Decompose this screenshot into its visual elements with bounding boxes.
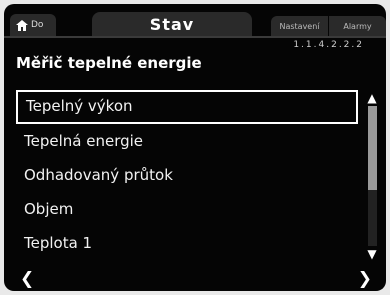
- home-icon: [16, 19, 28, 31]
- tab-alarms-label: Alarmy: [343, 21, 372, 31]
- list-item-label: Tepelný výkon: [26, 97, 133, 115]
- chevron-left-icon[interactable]: ❮: [20, 269, 34, 289]
- tab-home-label: Do: [31, 20, 44, 30]
- chevron-right-icon[interactable]: ❯: [358, 269, 372, 289]
- tab-status[interactable]: Stav: [92, 12, 252, 36]
- scrollbar-track: [368, 106, 377, 246]
- tab-settings-label: Nastavení: [279, 21, 320, 31]
- scroll-up-arrow-icon[interactable]: ▲: [365, 92, 379, 104]
- list-item[interactable]: Objem: [16, 192, 356, 226]
- menu-code: 1.1.4.2.2.2: [293, 40, 364, 50]
- tab-home[interactable]: Do: [10, 14, 56, 36]
- list-item[interactable]: Tepelný výkon: [16, 90, 358, 124]
- tab-alarms[interactable]: Alarmy: [329, 16, 386, 36]
- list-item[interactable]: Teplota 1: [16, 226, 356, 260]
- list-item-label: Tepelná energie: [24, 132, 144, 150]
- menu-list: Tepelný výkon Tepelná energie Odhadovaný…: [16, 90, 358, 260]
- list-scrollbar[interactable]: ▲ ▼: [365, 92, 379, 260]
- scrollbar-thumb[interactable]: [368, 106, 377, 190]
- device-screen: Do Stav Nastavení Alarmy 1.1.4.2.2.2 Měř…: [4, 4, 386, 291]
- scroll-down-arrow-icon[interactable]: ▼: [365, 248, 379, 260]
- header-divider: [4, 36, 386, 38]
- list-item[interactable]: Odhadovaný průtok: [16, 158, 356, 192]
- page-title: Měřič tepelné energie: [16, 54, 202, 72]
- list-item-label: Objem: [24, 200, 74, 218]
- list-item-label: Teplota 1: [24, 234, 93, 252]
- tab-settings[interactable]: Nastavení: [271, 16, 328, 36]
- tab-status-label: Stav: [149, 14, 195, 34]
- list-item-label: Odhadovaný průtok: [24, 166, 173, 184]
- list-item[interactable]: Tepelná energie: [16, 124, 356, 158]
